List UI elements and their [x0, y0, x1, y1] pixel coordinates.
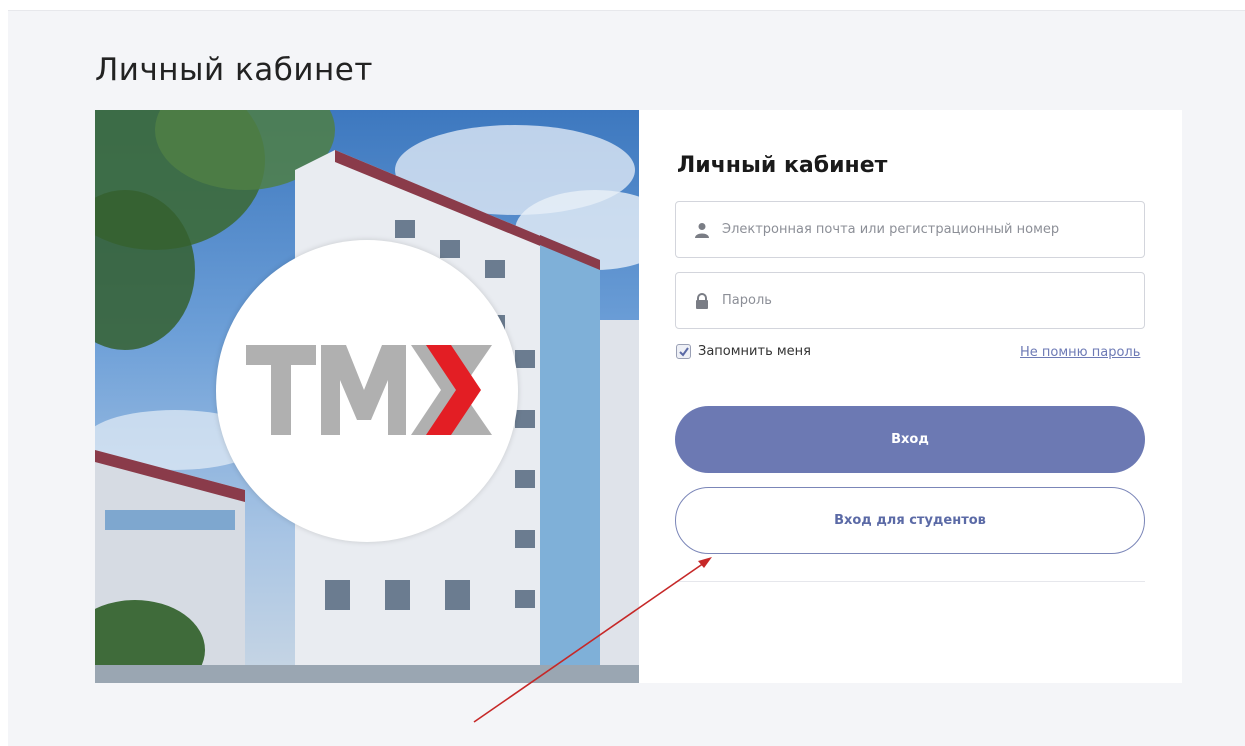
email-input[interactable]	[722, 202, 1132, 257]
remember-label: Запомнить меня	[698, 344, 812, 359]
email-field[interactable]	[675, 201, 1145, 258]
form-title: Личный кабинет	[677, 153, 888, 178]
user-icon	[695, 223, 709, 238]
login-button[interactable]: Вход	[675, 406, 1145, 473]
remember-me[interactable]: Запомнить меня	[676, 344, 811, 359]
check-icon	[679, 347, 689, 357]
password-input[interactable]	[722, 273, 1132, 328]
forgot-password-link[interactable]: Не помню пароль	[1020, 345, 1140, 360]
password-field[interactable]	[675, 272, 1145, 329]
lock-icon	[696, 293, 708, 309]
page-background: Личный кабинет Личный кабинет Электронна…	[8, 10, 1245, 746]
student-login-button[interactable]: Вход для студентов	[675, 487, 1145, 554]
divider	[675, 581, 1145, 582]
remember-checkbox[interactable]	[676, 344, 691, 359]
